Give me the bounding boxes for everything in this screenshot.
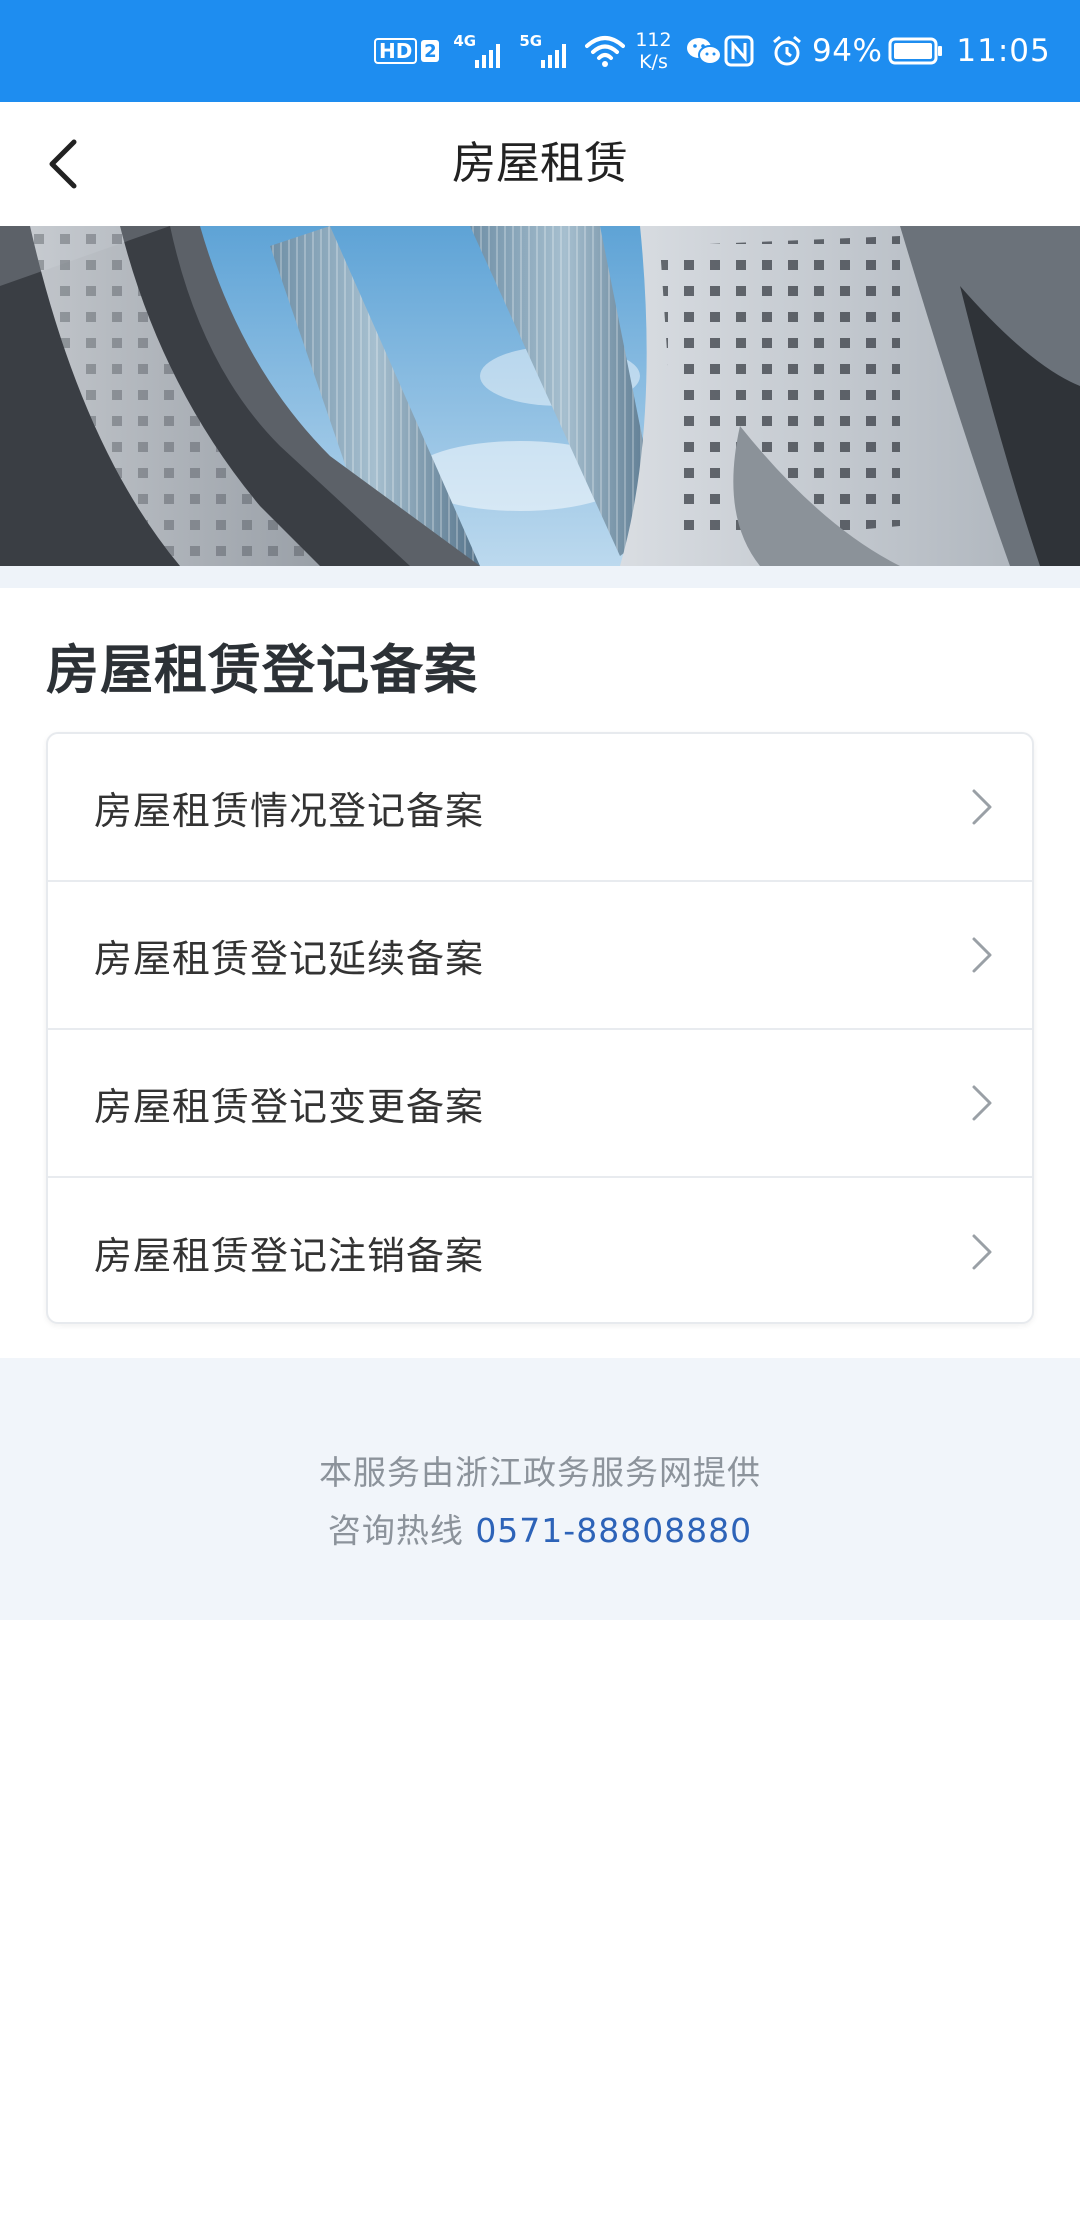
page-title: 房屋租赁 bbox=[452, 138, 628, 189]
speed-unit: K/s bbox=[639, 51, 668, 73]
menu-item-cancellation[interactable]: 房屋租赁登记注销备案 bbox=[48, 1178, 1032, 1322]
net1-label: 4G bbox=[453, 32, 477, 50]
net2-label: 5G bbox=[519, 32, 543, 50]
network-speed: 112 K/s bbox=[635, 29, 671, 73]
chevron-right-icon bbox=[972, 1085, 992, 1121]
section-title: 房屋租赁登记备案 bbox=[46, 640, 478, 701]
menu-item-change[interactable]: 房屋租赁登记变更备案 bbox=[48, 1030, 1032, 1178]
hotline-label: 咨询热线 bbox=[327, 1511, 464, 1550]
clock: 11:05 bbox=[956, 33, 1051, 69]
chevron-right-icon bbox=[972, 1234, 992, 1270]
wechat-icon bbox=[686, 36, 722, 66]
hd-indicator: HD bbox=[374, 38, 418, 64]
hotline-number[interactable]: 0571-88808880 bbox=[475, 1511, 752, 1550]
sim-indicator: 2 bbox=[421, 40, 440, 62]
banner-image bbox=[0, 226, 1080, 566]
chevron-right-icon bbox=[972, 937, 992, 973]
signal-5g-icon: 5G bbox=[519, 34, 571, 68]
menu-item-label: 房屋租赁情况登记备案 bbox=[94, 788, 485, 833]
wifi-icon bbox=[585, 34, 626, 68]
menu-item-renewal[interactable]: 房屋租赁登记延续备案 bbox=[48, 882, 1032, 1030]
status-icons-right: 94% 11:05 bbox=[724, 0, 1051, 102]
footer: 本服务由浙江政务服务网提供 咨询热线 0571-88808880 bbox=[0, 1358, 1080, 1620]
chevron-right-icon bbox=[972, 789, 992, 825]
provider-text: 本服务由浙江政务服务网提供 bbox=[319, 1453, 761, 1492]
battery-percent: 94% bbox=[812, 33, 883, 69]
menu-item-registration[interactable]: 房屋租赁情况登记备案 bbox=[48, 734, 1032, 882]
menu-item-label: 房屋租赁登记延续备案 bbox=[94, 936, 485, 981]
status-icons-left: HD 2 4G 5G 112 K/s bbox=[374, 0, 722, 102]
nav-bar: 房屋租赁 bbox=[0, 102, 1080, 226]
battery-icon bbox=[888, 37, 944, 65]
status-bar: HD 2 4G 5G 112 K/s 94% 11:05 bbox=[0, 0, 1080, 102]
menu-item-label: 房屋租赁登记变更备案 bbox=[94, 1084, 485, 1129]
banner-divider bbox=[0, 566, 1080, 588]
menu-item-label: 房屋租赁登记注销备案 bbox=[94, 1233, 485, 1278]
alarm-icon bbox=[770, 34, 804, 68]
menu-list: 房屋租赁情况登记备案 房屋租赁登记延续备案 房屋租赁登记变更备案 房屋租赁登记注… bbox=[46, 732, 1034, 1324]
nfc-icon bbox=[724, 35, 754, 67]
speed-value: 112 bbox=[635, 29, 672, 51]
signal-4g-icon: 4G bbox=[453, 34, 505, 68]
hotline: 咨询热线 0571-88808880 bbox=[0, 1504, 1080, 1552]
